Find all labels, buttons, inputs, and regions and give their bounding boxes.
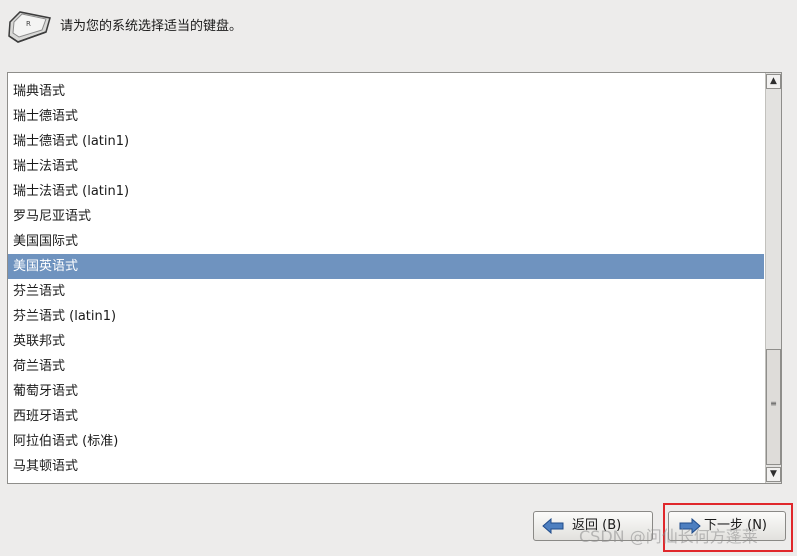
list-item[interactable]: 英联邦式	[8, 329, 764, 354]
list-item[interactable]: 美国国际式	[8, 229, 764, 254]
list-item[interactable]: 西班牙语式	[8, 404, 764, 429]
list-item-selected[interactable]: 美国英语式	[8, 254, 764, 279]
watermark: CSDN @问仙长何方蓬莱	[579, 527, 758, 546]
grip-icon: ≡	[770, 399, 777, 408]
list-item[interactable]: 葡萄牙语式	[8, 379, 764, 404]
scrollbar-thumb[interactable]: ≡	[766, 349, 781, 465]
svg-text:R: R	[26, 20, 31, 28]
page-prompt: 请为您的系统选择适当的键盘。	[60, 19, 243, 34]
list-item[interactable]: 瑞士德语式 (latin1)	[8, 129, 764, 154]
list-item[interactable]: 荷兰语式	[8, 354, 764, 379]
list-item[interactable]: 阿拉伯语式 (标准)	[8, 429, 764, 454]
arrow-left-icon	[542, 518, 564, 534]
header: R 请为您的系统选择适当的键盘。	[0, 0, 797, 58]
list-item[interactable]: 瑞士法语式	[8, 154, 764, 179]
keyboard-list[interactable]: 爱沙尼亚语式瑞典语式瑞士德语式瑞士德语式 (latin1)瑞士法语式瑞士法语式 …	[7, 72, 782, 484]
scroll-down-button[interactable]: ▼	[766, 467, 781, 482]
list-item[interactable]: 瑞典语式	[8, 79, 764, 104]
keyboard-list-viewport: 爱沙尼亚语式瑞典语式瑞士德语式瑞士德语式 (latin1)瑞士法语式瑞士法语式 …	[8, 73, 764, 483]
keyboard-list-items: 爱沙尼亚语式瑞典语式瑞士德语式瑞士德语式 (latin1)瑞士法语式瑞士法语式 …	[8, 73, 764, 479]
list-item[interactable]: 芬兰语式 (latin1)	[8, 304, 764, 329]
list-item[interactable]: 瑞士德语式	[8, 104, 764, 129]
list-item[interactable]: 瑞士法语式 (latin1)	[8, 179, 764, 204]
list-item[interactable]: 马其顿语式	[8, 454, 764, 479]
keyboard-key-icon: R	[8, 11, 51, 43]
vertical-scrollbar[interactable]: ▲ ≡ ▼	[765, 73, 781, 483]
list-item[interactable]: 芬兰语式	[8, 279, 764, 304]
scroll-up-button[interactable]: ▲	[766, 74, 781, 89]
list-item[interactable]: 罗马尼亚语式	[8, 204, 764, 229]
